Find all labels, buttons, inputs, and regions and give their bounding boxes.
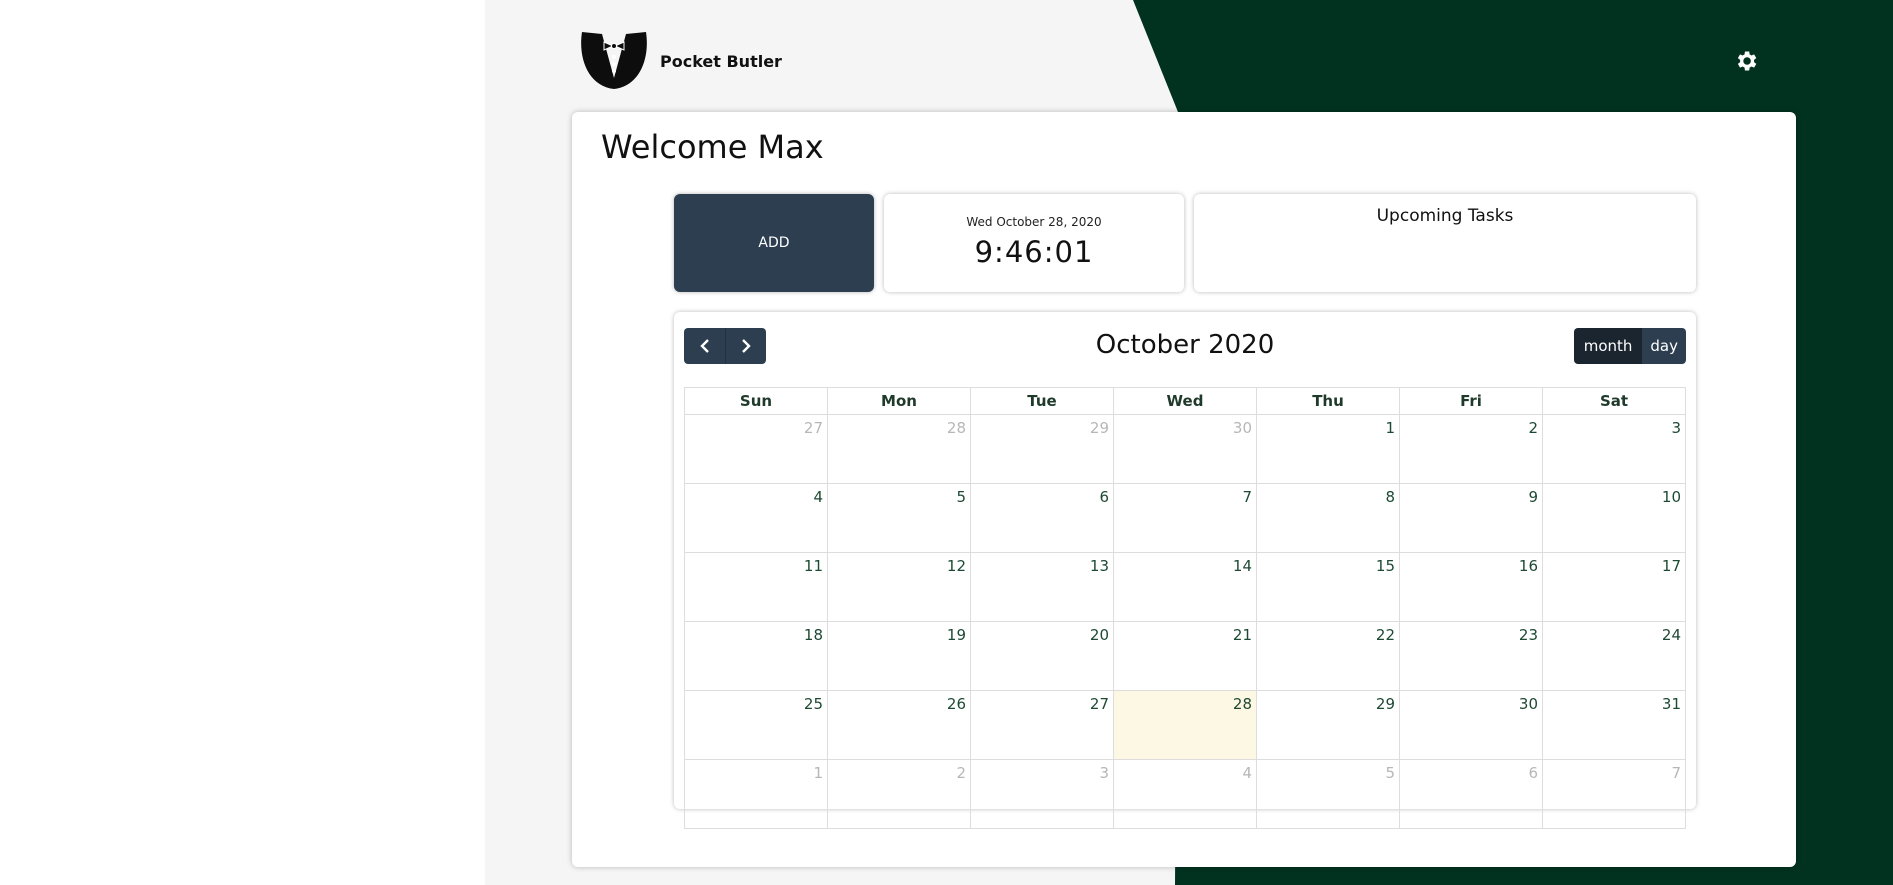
calendar-title: October 2020 bbox=[1095, 330, 1275, 360]
weekday-header-row: Sun Mon Tue Wed Thu Fri Sat bbox=[684, 387, 1686, 415]
week-row: 4 5 6 7 8 9 10 bbox=[684, 483, 1686, 553]
day-cell[interactable]: 31 bbox=[1542, 690, 1686, 760]
day-cell-today[interactable]: 28 bbox=[1113, 690, 1257, 760]
clock-time: 9:46:01 bbox=[974, 235, 1094, 269]
view-switcher: month day bbox=[1573, 328, 1686, 364]
welcome-heading: Welcome Max bbox=[601, 128, 824, 166]
day-cell[interactable]: 5 bbox=[827, 483, 971, 553]
main-card: Welcome Max ADD Wed October 28, 2020 9:4… bbox=[572, 112, 1796, 867]
brand-name: Pocket Butler bbox=[660, 52, 782, 71]
week-row: 1 2 3 4 5 6 7 bbox=[684, 759, 1686, 829]
day-cell[interactable]: 1 bbox=[1256, 414, 1400, 484]
weekday-header: Fri bbox=[1399, 387, 1543, 415]
day-cell[interactable]: 26 bbox=[827, 690, 971, 760]
day-cell[interactable]: 2 bbox=[1399, 414, 1543, 484]
day-cell[interactable]: 27 bbox=[684, 414, 828, 484]
weekday-header: Sat bbox=[1542, 387, 1686, 415]
weekday-header: Wed bbox=[1113, 387, 1257, 415]
day-cell[interactable]: 7 bbox=[1113, 483, 1257, 553]
day-cell[interactable]: 1 bbox=[684, 759, 828, 829]
day-cell[interactable]: 15 bbox=[1256, 552, 1400, 622]
day-cell[interactable]: 18 bbox=[684, 621, 828, 691]
day-cell[interactable]: 2 bbox=[827, 759, 971, 829]
day-cell[interactable]: 8 bbox=[1256, 483, 1400, 553]
day-cell[interactable]: 24 bbox=[1542, 621, 1686, 691]
day-cell[interactable]: 29 bbox=[1256, 690, 1400, 760]
day-cell[interactable]: 6 bbox=[970, 483, 1114, 553]
day-cell[interactable]: 22 bbox=[1256, 621, 1400, 691]
day-cell[interactable]: 25 bbox=[684, 690, 828, 760]
week-row: 18 19 20 21 22 23 24 bbox=[684, 621, 1686, 691]
week-row: 25 26 27 28 29 30 31 bbox=[684, 690, 1686, 760]
upcoming-tasks-card: Upcoming Tasks bbox=[1194, 194, 1696, 292]
calendar-grid: Sun Mon Tue Wed Thu Fri Sat 27 28 29 30 … bbox=[684, 387, 1686, 829]
day-cell[interactable]: 13 bbox=[970, 552, 1114, 622]
day-cell[interactable]: 21 bbox=[1113, 621, 1257, 691]
month-view-button[interactable]: month bbox=[1573, 328, 1643, 364]
day-cell[interactable]: 11 bbox=[684, 552, 828, 622]
upcoming-tasks-title: Upcoming Tasks bbox=[1376, 206, 1514, 226]
weekday-header: Thu bbox=[1256, 387, 1400, 415]
weekday-header: Tue bbox=[970, 387, 1114, 415]
day-cell[interactable]: 19 bbox=[827, 621, 971, 691]
day-cell[interactable]: 30 bbox=[1113, 414, 1257, 484]
day-cell[interactable]: 6 bbox=[1399, 759, 1543, 829]
day-cell[interactable]: 23 bbox=[1399, 621, 1543, 691]
weekday-header: Sun bbox=[684, 387, 828, 415]
clock-date: Wed October 28, 2020 bbox=[966, 215, 1102, 229]
calendar: October 2020 month day Sun Mon Tue Wed T… bbox=[674, 312, 1696, 829]
day-cell[interactable]: 30 bbox=[1399, 690, 1543, 760]
add-button[interactable]: ADD bbox=[674, 194, 874, 292]
day-view-button[interactable]: day bbox=[1642, 328, 1686, 364]
day-cell[interactable]: 16 bbox=[1399, 552, 1543, 622]
week-row: 27 28 29 30 1 2 3 bbox=[684, 414, 1686, 484]
day-cell[interactable]: 12 bbox=[827, 552, 971, 622]
day-cell[interactable]: 14 bbox=[1113, 552, 1257, 622]
day-cell[interactable]: 4 bbox=[1113, 759, 1257, 829]
gear-icon[interactable] bbox=[1733, 48, 1759, 74]
tuxedo-icon bbox=[581, 32, 647, 89]
day-cell[interactable]: 29 bbox=[970, 414, 1114, 484]
day-cell[interactable]: 3 bbox=[970, 759, 1114, 829]
day-cell[interactable]: 5 bbox=[1256, 759, 1400, 829]
day-cell[interactable]: 7 bbox=[1542, 759, 1686, 829]
week-row: 11 12 13 14 15 16 17 bbox=[684, 552, 1686, 622]
day-cell[interactable]: 4 bbox=[684, 483, 828, 553]
day-cell[interactable]: 27 bbox=[970, 690, 1114, 760]
weekday-header: Mon bbox=[827, 387, 971, 415]
day-cell[interactable]: 20 bbox=[970, 621, 1114, 691]
day-cell[interactable]: 3 bbox=[1542, 414, 1686, 484]
day-cell[interactable]: 10 bbox=[1542, 483, 1686, 553]
day-cell[interactable]: 28 bbox=[827, 414, 971, 484]
day-cell[interactable]: 17 bbox=[1542, 552, 1686, 622]
day-cell[interactable]: 9 bbox=[1399, 483, 1543, 553]
clock-card: Wed October 28, 2020 9:46:01 bbox=[884, 194, 1184, 292]
